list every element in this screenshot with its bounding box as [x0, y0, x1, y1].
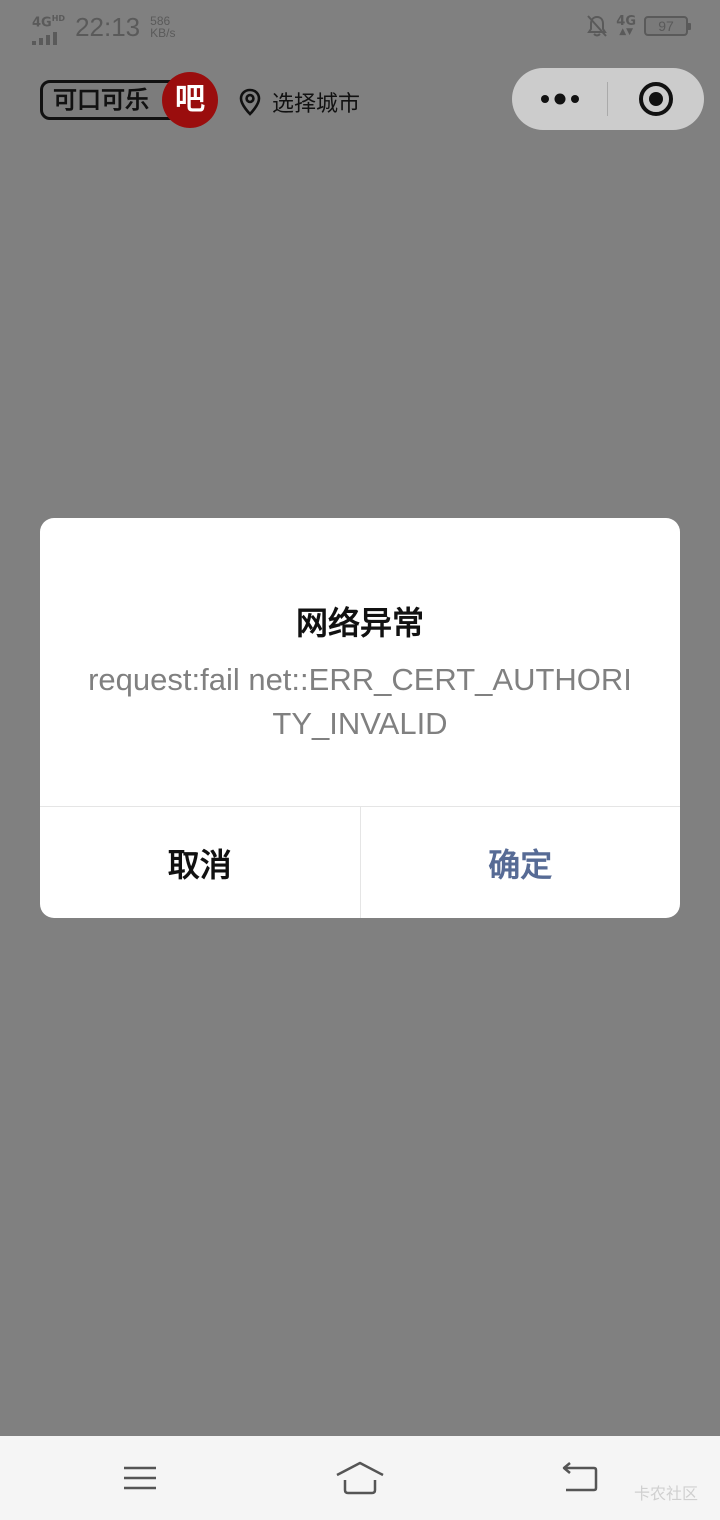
dialog-footer: 取消 确定 [40, 806, 680, 918]
more-button[interactable] [512, 68, 607, 130]
city-label: 选择城市 [272, 92, 361, 117]
cancel-button[interactable]: 取消 [40, 807, 361, 918]
app-logo[interactable]: 可口可乐 吧 [40, 72, 218, 128]
clock-time: 22:13 [75, 12, 141, 42]
dialog-message: request:fail net::ERR_CERT_AUTHORITY_INV… [88, 662, 632, 741]
menu-icon [124, 1466, 156, 1490]
battery-icon: 97 [644, 16, 691, 36]
watermark-text: 卡农社区 [633, 1484, 698, 1503]
network-speed-unit: KB/s [150, 26, 176, 40]
error-dialog: 网络异常 request:fail net::ERR_CERT_AUTHORIT… [40, 518, 680, 918]
status-right: 4G ▲▼ 97 [586, 13, 691, 38]
location-pin-icon [239, 88, 261, 116]
network-4g-indicator: 4G ▲▼ [616, 13, 636, 37]
network-speed: 586 KB/s [150, 15, 175, 39]
mini-program-header: 可口可乐 吧 选择城市 [0, 60, 720, 140]
dialog-title: 网络异常 [295, 604, 424, 642]
home-button[interactable] [300, 1436, 420, 1520]
logo-badge: 吧 [162, 72, 218, 128]
network-type-label: 4G [32, 15, 52, 31]
mini-program-capsule [512, 68, 704, 130]
close-target-icon [639, 82, 673, 116]
battery-level: 97 [658, 18, 674, 34]
system-nav-bar: 卡农社区 [0, 1436, 720, 1520]
back-button[interactable] [520, 1436, 640, 1520]
signal-indicator: 4GHD [32, 12, 66, 46]
signal-bars-icon [32, 32, 65, 46]
close-button[interactable] [608, 68, 704, 130]
network-4g-label: 4G [616, 13, 636, 29]
recent-apps-button[interactable] [80, 1436, 200, 1520]
confirm-button[interactable]: 确定 [361, 807, 681, 918]
status-left: 4GHD 22:13 586 KB/s [32, 12, 175, 46]
status-bar: 4GHD 22:13 586 KB/s 4G ▲▼ 97 [0, 0, 720, 56]
back-icon [562, 1462, 598, 1492]
home-icon [336, 1461, 384, 1495]
data-arrows-icon: ▲▼ [619, 26, 634, 37]
bell-off-icon [587, 15, 608, 37]
more-dots-icon [540, 93, 579, 105]
city-selector[interactable]: 选择城市 [238, 86, 360, 118]
network-hd-label: HD [51, 14, 66, 23]
